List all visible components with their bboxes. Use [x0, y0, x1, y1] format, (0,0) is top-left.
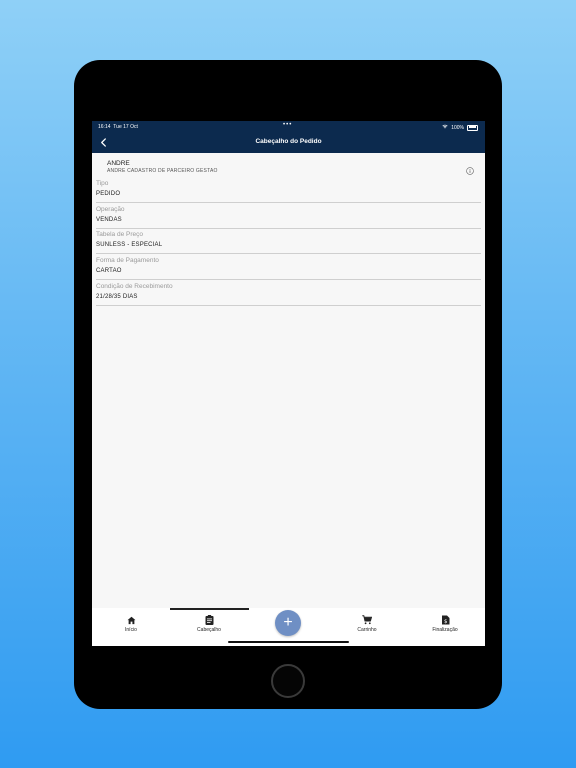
clipboard-icon — [204, 615, 214, 625]
field-value: SUNLESS - ESPECIAL — [96, 242, 163, 248]
nav-label: Início — [125, 627, 137, 633]
svg-text:$: $ — [443, 619, 447, 625]
partner-subtitle: ANDRE CADASTRO DE PARCEIRO GESTAO — [107, 168, 218, 174]
nav-label: Finalização — [432, 627, 458, 633]
home-indicator[interactable] — [228, 641, 349, 643]
cart-icon — [362, 615, 372, 625]
nav-item-carrinho[interactable]: Carrinho — [346, 608, 388, 638]
field-tipo[interactable]: Tipo PEDIDO — [96, 177, 481, 203]
status-time: 16:14 Tue 17 Oct — [98, 124, 138, 130]
field-operacao[interactable]: Operação VENDAS — [96, 203, 481, 229]
nav-item-finalizacao[interactable]: $ Finalização — [424, 608, 466, 638]
nav-item-cabecalho[interactable]: Cabeçalho — [188, 608, 230, 638]
field-value: VENDAS — [96, 217, 122, 223]
field-label: Operação — [96, 206, 125, 213]
field-forma-de-pagamento[interactable]: Forma de Pagamento CARTAO — [96, 254, 481, 280]
field-tabela-de-preco[interactable]: Tabela de Preço SUNLESS - ESPECIAL — [96, 228, 481, 254]
status-bar: 16:14 Tue 17 Oct ••• 100% — [92, 121, 485, 132]
top-bar: 16:14 Tue 17 Oct ••• 100% Cabeçalho do P… — [92, 121, 485, 153]
device-home-button[interactable] — [271, 664, 305, 698]
field-label: Condição de Recebimento — [96, 283, 173, 290]
partner-row[interactable]: ANDRE ANDRE CADASTRO DE PARCEIRO GESTAO — [92, 153, 485, 177]
status-right: 100% — [442, 124, 478, 131]
wifi-icon — [442, 124, 448, 131]
add-fab-button[interactable]: + — [275, 610, 301, 636]
page-title: Cabeçalho do Pedido — [255, 138, 322, 145]
field-label: Tipo — [96, 180, 109, 187]
battery-icon — [467, 124, 478, 131]
field-value: 21/28/35 DIAS — [96, 294, 138, 300]
checkout-icon: $ — [440, 615, 450, 625]
field-label: Forma de Pagamento — [96, 257, 159, 264]
battery-percent: 100% — [451, 124, 464, 131]
field-label: Tabela de Preço — [96, 231, 143, 238]
field-value: CARTAO — [96, 268, 122, 274]
app-screen: 16:14 Tue 17 Oct ••• 100% Cabeçalho do P… — [92, 121, 485, 646]
info-circle-icon[interactable] — [466, 162, 474, 175]
field-value: PEDIDO — [96, 191, 121, 197]
nav-label: Cabeçalho — [197, 627, 221, 633]
nav-item-inicio[interactable]: Início — [110, 608, 152, 638]
nav-label: Carrinho — [357, 627, 377, 633]
partner-name: ANDRE — [107, 160, 130, 167]
home-icon — [126, 615, 136, 625]
field-condicao-de-recebimento[interactable]: Condição de Recebimento 21/28/35 DIAS — [96, 280, 481, 306]
multitasking-dots[interactable]: ••• — [283, 122, 292, 128]
